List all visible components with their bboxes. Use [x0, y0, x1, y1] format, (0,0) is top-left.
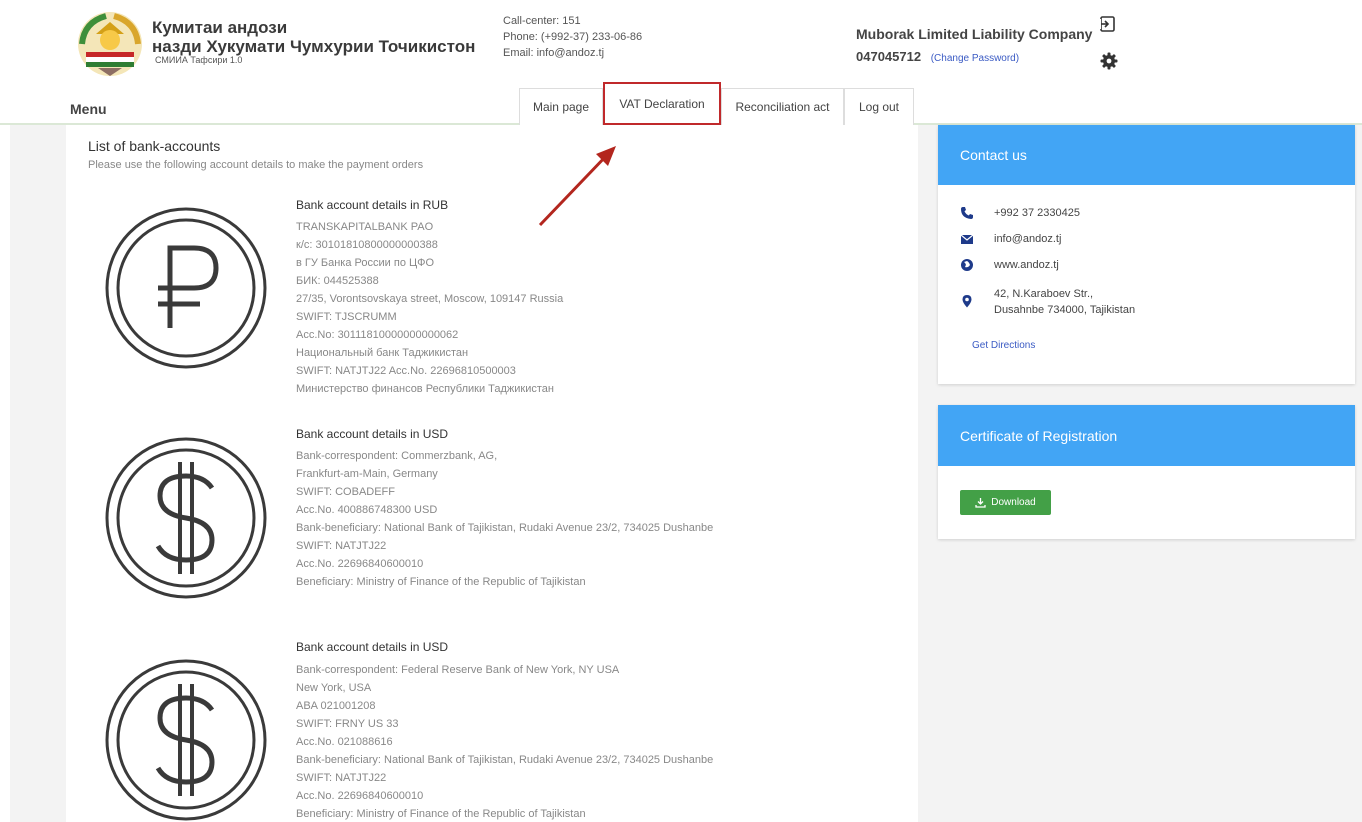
account-line: SWIFT: FRNY US 33	[296, 718, 399, 730]
address-line: 42, N.Karaboev Str.,	[994, 288, 1094, 300]
tin-row: 047045712 (Change Password)	[856, 49, 1019, 64]
account-details: Bank-correspondent: Commerzbank, AG, Fra…	[296, 447, 713, 591]
account-line: Acc.No. 22696840600010	[296, 790, 424, 802]
account-line: Bank-beneficiary: National Bank of Tajik…	[296, 522, 714, 534]
tab-vat-declaration[interactable]: VAT Declaration	[603, 82, 721, 125]
header-contact-info: Call-center: 151 Phone: (+992-37) 233-06…	[503, 13, 642, 61]
call-center-text: Call-center: 151	[503, 15, 581, 27]
contact-email[interactable]: info@andoz.tj	[994, 231, 1061, 247]
account-line: Bank-correspondent: Commerzbank, AG,	[296, 450, 498, 462]
account-line: Beneficiary: Ministry of Finance of the …	[296, 808, 586, 820]
get-directions-link[interactable]: Get Directions	[972, 340, 1035, 351]
contact-address-row: 42, N.Karaboev Str., Dusahnbe 734000, Ta…	[960, 286, 1135, 318]
map-pin-icon	[962, 295, 972, 308]
main-tabs: Main page VAT Declaration Reconciliation…	[519, 82, 914, 125]
logout-icon[interactable]	[1098, 15, 1116, 33]
certificate-card: Certificate of Registration Download	[938, 405, 1355, 539]
org-name-line1: Кумитаи андози	[152, 18, 288, 37]
account-line: БИК: 044525388	[296, 275, 379, 287]
contact-email-row: info@andoz.tj	[960, 231, 1061, 247]
account-line: SWIFT: TJSCRUMM	[296, 311, 397, 323]
account-line: Beneficiary: Ministry of Finance of the …	[296, 576, 586, 588]
org-subtitle: СМИИА Тафсири 1.0	[155, 55, 243, 65]
download-button[interactable]: Download	[960, 490, 1051, 515]
tab-main-page[interactable]: Main page	[519, 88, 603, 125]
account-line: Acc.No. 22696840600010	[296, 558, 424, 570]
envelope-icon	[960, 234, 974, 244]
account-details: TRANSKAPITALBANK PAO к/с: 30101810800000…	[296, 218, 563, 398]
account-line: SWIFT: NATJTJ22	[296, 540, 387, 552]
account-line: New York, USA	[296, 682, 372, 694]
account-line: SWIFT: COBADEFF	[296, 486, 395, 498]
contact-address: 42, N.Karaboev Str., Dusahnbe 734000, Ta…	[994, 286, 1135, 318]
company-name: Muborak Limited Liability Company	[856, 26, 1093, 42]
gear-icon[interactable]	[1100, 52, 1118, 70]
account-line: TRANSKAPITALBANK PAO	[296, 221, 434, 233]
address-line: Dusahnbe 734000, Tajikistan	[994, 304, 1136, 316]
contact-phone-row: +992 37 2330425	[960, 205, 1080, 221]
contact-website[interactable]: www.andoz.tj	[994, 257, 1059, 273]
account-details: Bank-correspondent: Federal Reserve Bank…	[296, 661, 713, 822]
certificate-card-title: Certificate of Registration	[938, 405, 1355, 466]
account-line: Acc.No. 021088616	[296, 736, 393, 748]
dollar-coin-icon	[105, 437, 267, 599]
account-line: SWIFT: NATJTJ22	[296, 772, 387, 784]
account-line: Bank-correspondent: Federal Reserve Bank…	[296, 664, 620, 676]
page-header: Кумитаи андози назди Хукумати Чумхурии Т…	[0, 0, 1362, 88]
account-line: Frankfurt-am-Main, Germany	[296, 468, 438, 480]
account-title: Bank account details in RUB	[296, 198, 449, 212]
page-subtitle: Please use the following account details…	[88, 159, 424, 171]
account-line: Bank-beneficiary: National Bank of Tajik…	[296, 754, 714, 766]
dollar-coin-icon	[105, 659, 267, 821]
download-icon	[975, 498, 986, 508]
account-line: к/с: 30101810800000000388	[296, 239, 438, 251]
change-password-link[interactable]: (Change Password)	[931, 53, 1019, 64]
account-line: 27/35, Vorontsovskaya street, Moscow, 10…	[296, 293, 564, 305]
navbar: Menu Main page VAT Declaration Reconcili…	[0, 82, 1362, 125]
ruble-coin-icon	[105, 207, 267, 369]
tab-reconciliation-act[interactable]: Reconciliation act	[721, 88, 844, 125]
download-label: Download	[991, 497, 1036, 508]
page-title: List of bank-accounts	[88, 138, 221, 154]
account-title: Bank account details in USD	[296, 427, 449, 441]
org-name-line2: назди Хукумати Чумхурии Точикистон	[152, 37, 476, 56]
phone-icon	[961, 207, 973, 219]
org-name: Кумитаи андози назди Хукумати Чумхурии Т…	[152, 18, 475, 56]
phone-text: Phone: (+992-37) 233-06-86	[503, 31, 643, 43]
emblem-logo	[78, 12, 142, 76]
contact-card-title: Contact us	[938, 125, 1355, 185]
account-title: Bank account details in USD	[296, 640, 449, 654]
account-line: Acc.No. 400886748300 USD	[296, 504, 438, 516]
account-line: Министерство финансов Республики Таджики…	[296, 383, 554, 395]
account-line: в ГУ Банка России по ЦФО	[296, 257, 435, 269]
contact-phone[interactable]: +992 37 2330425	[994, 205, 1080, 221]
tab-log-out[interactable]: Log out	[844, 88, 914, 125]
account-line: SWIFT: NATJTJ22 Acc.No. 22696810500003	[296, 365, 516, 377]
globe-icon	[961, 259, 973, 271]
account-line: Acc.No: 30111810000000000062	[296, 329, 459, 341]
contact-card: Contact us +992 37 2330425 info@andoz.tj…	[938, 125, 1355, 384]
account-line: Национальный банк Таджикистан	[296, 347, 469, 359]
email-text: Email: info@andoz.tj	[503, 47, 605, 59]
menu-toggle[interactable]: Menu	[70, 101, 107, 117]
contact-website-row: www.andoz.tj	[960, 257, 1059, 273]
tin-number: 047045712	[856, 49, 922, 64]
account-line: ABA 021001208	[296, 700, 376, 712]
